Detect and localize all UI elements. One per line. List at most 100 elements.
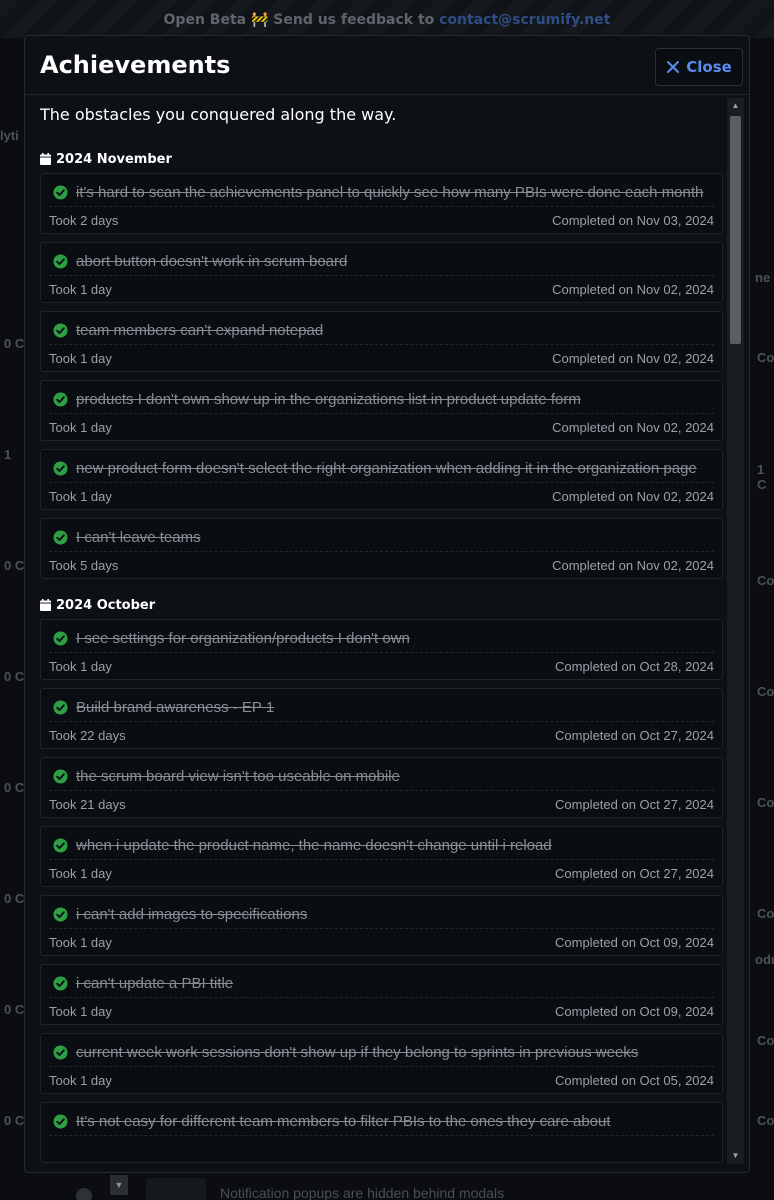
background-fragment: Co — [757, 684, 774, 699]
achievement-title: the scrum board view isn't too useable o… — [76, 768, 400, 785]
background-fragment: 0 C — [4, 780, 25, 795]
achievement-item[interactable]: it's hard to scan the achievements panel… — [40, 173, 723, 234]
modal-header: Achievements Close — [25, 36, 749, 95]
check-circle-icon — [53, 700, 68, 715]
background-fragment: Co — [757, 1113, 774, 1128]
achievement-title-row: I can't leave teams — [49, 519, 714, 552]
achievement-completed-date: Completed on Nov 03, 2024 — [552, 212, 714, 228]
achievement-title: it's hard to scan the achievements panel… — [76, 184, 704, 201]
achievement-meta: Took 21 days Completed on Oct 27, 2024 — [49, 791, 714, 817]
achievement-completed-date: Completed on Nov 02, 2024 — [552, 419, 714, 435]
check-circle-icon — [53, 392, 68, 407]
modal-scrollbar[interactable]: ▲ ▼ — [727, 98, 744, 1164]
achievement-title: I can't leave teams — [76, 529, 201, 546]
achievement-title: when i update the product name, the name… — [76, 837, 552, 854]
achievement-completed-date: Completed on Oct 05, 2024 — [555, 1072, 714, 1088]
achievements-list[interactable]: 2024 November it's hard to scan the achie… — [40, 145, 723, 1171]
achievement-title: I see settings for organization/products… — [76, 630, 410, 647]
achievement-meta: Took 22 days Completed on Oct 27, 2024 — [49, 722, 714, 748]
achievement-duration: Took 1 day — [49, 488, 112, 504]
background-fragment: 0 C — [4, 336, 25, 351]
achievement-title-row: i can't add images to specifications — [49, 896, 714, 929]
month-label: 2024 October — [56, 597, 156, 613]
background-fragment: 0 C — [4, 558, 25, 573]
month-label: 2024 November — [56, 151, 172, 167]
scroll-up-arrow[interactable]: ▲ — [727, 98, 744, 114]
month-header: 2024 November — [40, 145, 723, 173]
achievement-completed-date: Completed on Nov 02, 2024 — [552, 350, 714, 366]
achievement-completed-date: Completed on Nov 02, 2024 — [552, 488, 714, 504]
banner-text: Open Beta 🚧 Send us feedback to — [163, 12, 435, 28]
achievement-item[interactable]: Build brand awareness - EP 1 Took 22 days… — [40, 688, 723, 749]
achievement-item[interactable]: i can't update a PBI title Took 1 day Comp… — [40, 964, 723, 1025]
achievement-title-row: current week work sessions don't show up… — [49, 1034, 714, 1067]
achievement-completed-date: Completed on Nov 02, 2024 — [552, 557, 714, 573]
achievement-duration: Took 1 day — [49, 1072, 112, 1088]
achievement-meta: Took 1 day Completed on Nov 02, 2024 — [49, 345, 714, 371]
check-circle-icon — [53, 1045, 68, 1060]
check-circle-icon — [53, 976, 68, 991]
achievement-title-row: I see settings for organization/products… — [49, 620, 714, 653]
background-scroll-button: ▼ — [110, 1175, 128, 1195]
achievement-item[interactable]: I can't leave teams Took 5 days Completed … — [40, 518, 723, 579]
calendar-icon — [40, 599, 51, 611]
achievement-item[interactable]: when i update the product name, the name… — [40, 826, 723, 887]
achievement-meta: Took 5 days Completed on Nov 02, 2024 — [49, 552, 714, 578]
background-fragment: Co — [757, 906, 774, 921]
scroll-thumb[interactable] — [730, 116, 741, 344]
achievement-item[interactable]: team members can't expand notepad Took 1 … — [40, 311, 723, 372]
achievement-title: abort button doesn't work in scrum board — [76, 253, 348, 270]
achievement-title-row: abort button doesn't work in scrum board — [49, 243, 714, 276]
close-button[interactable]: Close — [655, 48, 743, 86]
achievement-item[interactable]: i can't add images to specifications Took… — [40, 895, 723, 956]
achievement-item[interactable]: It's not easy for different team members… — [40, 1102, 723, 1163]
check-circle-icon — [53, 530, 68, 545]
background-fragment: Co — [757, 573, 774, 588]
achievement-title-row: team members can't expand notepad — [49, 312, 714, 345]
achievement-meta: Took 1 day Completed on Oct 28, 2024 — [49, 653, 714, 679]
background-fragment: 0 C — [4, 1113, 25, 1128]
check-circle-icon — [53, 1114, 68, 1129]
check-circle-icon — [53, 631, 68, 646]
achievement-duration: Took 22 days — [49, 727, 126, 743]
achievements-modal: Achievements Close The obstacles you con… — [24, 35, 750, 1173]
month-header: 2024 October — [40, 591, 723, 619]
background-fragment: 1 C — [757, 462, 767, 492]
achievement-completed-date: Completed on Oct 27, 2024 — [555, 796, 714, 812]
achievement-item[interactable]: current week work sessions don't show up… — [40, 1033, 723, 1094]
achievement-meta: Took 2 days Completed on Nov 03, 2024 — [49, 207, 714, 233]
achievement-title-row: products I don't own show up in the orga… — [49, 381, 714, 414]
check-circle-icon — [53, 907, 68, 922]
achievement-completed-date: Completed on Oct 28, 2024 — [555, 658, 714, 674]
achievement-item[interactable]: the scrum board view isn't too useable o… — [40, 757, 723, 818]
feedback-email-link[interactable]: contact@scrumify.net — [439, 12, 610, 28]
background-bottom-text: Notification popups are hidden behind mo… — [220, 1185, 505, 1200]
achievement-title-row: the scrum board view isn't too useable o… — [49, 758, 714, 791]
achievement-title-row: new product form doesn't select the righ… — [49, 450, 714, 483]
achievement-duration: Took 1 day — [49, 1003, 112, 1019]
achievement-title-row: i can't update a PBI title — [49, 965, 714, 998]
achievement-item[interactable]: products I don't own show up in the orga… — [40, 380, 723, 441]
feedback-banner: Open Beta 🚧 Send us feedback to contact@… — [0, 0, 774, 38]
check-circle-icon — [53, 254, 68, 269]
close-label: Close — [686, 58, 732, 76]
achievement-title: new product form doesn't select the righ… — [76, 460, 697, 477]
achievement-meta: Took 1 day Completed on Oct 27, 2024 — [49, 860, 714, 886]
close-icon — [667, 61, 680, 73]
check-circle-icon — [53, 323, 68, 338]
achievement-item[interactable]: abort button doesn't work in scrum board… — [40, 242, 723, 303]
achievement-meta: Took 1 day Completed on Nov 02, 2024 — [49, 483, 714, 509]
achievement-title: i can't add images to specifications — [76, 906, 308, 923]
achievement-item[interactable]: new product form doesn't select the righ… — [40, 449, 723, 510]
achievement-title: current week work sessions don't show up… — [76, 1044, 639, 1061]
achievement-duration: Took 1 day — [49, 934, 112, 950]
achievement-title: i can't update a PBI title — [76, 975, 234, 992]
achievement-duration: Took 1 day — [49, 281, 112, 297]
background-fragment: ne — [755, 270, 771, 285]
achievement-duration: Took 2 days — [49, 212, 119, 228]
scroll-down-arrow[interactable]: ▼ — [727, 1148, 744, 1164]
check-circle-icon — [53, 185, 68, 200]
achievement-item[interactable]: I see settings for organization/products… — [40, 619, 723, 680]
achievement-title-row: Build brand awareness - EP 1 — [49, 689, 714, 722]
achievement-meta: Took 1 day Completed on Nov 02, 2024 — [49, 414, 714, 440]
